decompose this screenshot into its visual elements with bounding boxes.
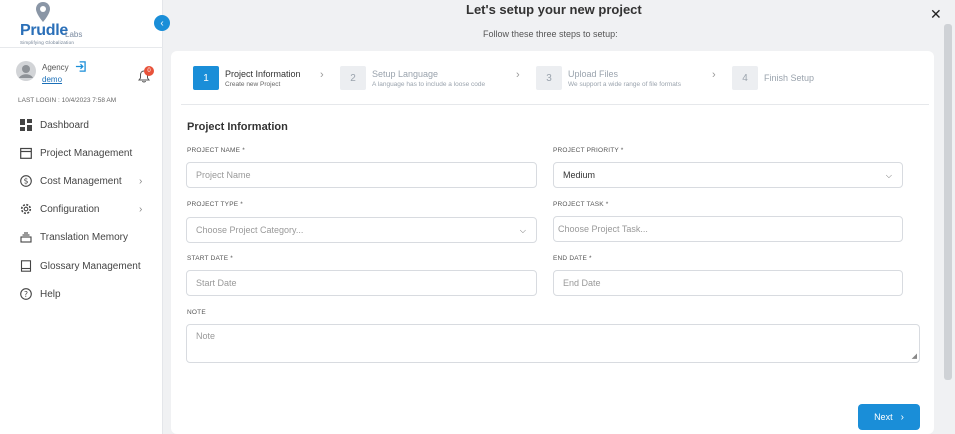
calendar-icon — [20, 147, 32, 159]
sidebar-item-label: Project Management — [40, 147, 133, 159]
steps-divider — [181, 104, 929, 105]
step-title: Project Information — [225, 69, 301, 79]
chevron-right-icon: › — [139, 203, 143, 215]
project-priority-label: PROJECT PRIORITY * — [553, 147, 624, 154]
user-role: Agency — [42, 63, 69, 72]
sidebar-item-glossary-management[interactable]: Glossary Management — [20, 258, 160, 274]
sidebar-item-label: Help — [40, 288, 61, 300]
end-date-input[interactable]: End Date — [553, 270, 903, 296]
project-priority-select[interactable]: Medium ⌵ — [553, 162, 903, 188]
help-icon: ? — [20, 288, 32, 300]
sidebar-item-label: Cost Management — [40, 175, 122, 187]
start-date-input[interactable]: Start Date — [186, 270, 537, 296]
sidebar-item-label: Glossary Management — [40, 260, 141, 272]
project-type-select[interactable]: Choose Project Category... ⌵ — [186, 217, 537, 243]
svg-text:?: ? — [24, 290, 28, 299]
sidebar-item-label: Translation Memory — [40, 231, 128, 243]
chevron-right-icon: › — [139, 175, 143, 187]
sidebar-item-cost-management[interactable]: $ Cost Management › — [20, 173, 160, 189]
project-name-label: PROJECT NAME * — [187, 147, 245, 154]
book-icon — [20, 260, 32, 272]
sidebar-item-label: Configuration — [40, 203, 100, 215]
logo: Prudle Labs Simplifying Globalization — [18, 2, 128, 46]
sidebar-divider — [0, 47, 163, 48]
stack-icon — [20, 232, 32, 243]
section-title: Project Information — [187, 121, 288, 133]
end-date-label: END DATE * — [553, 255, 592, 262]
project-name-input[interactable]: Project Name — [186, 162, 537, 188]
chevron-left-icon: ‹ — [160, 17, 164, 29]
step-desc: A language has to include a loose code — [372, 81, 486, 88]
sidebar-item-translation-memory[interactable]: Translation Memory — [20, 229, 160, 245]
scrollbar[interactable] — [944, 24, 952, 380]
step-number: 2 — [340, 66, 366, 90]
step-number: 1 — [193, 66, 219, 90]
project-type-placeholder: Choose Project Category... — [196, 225, 304, 235]
project-type-label: PROJECT TYPE * — [187, 201, 244, 208]
gear-icon — [20, 203, 32, 215]
collapse-sidebar-button[interactable]: ‹ — [154, 15, 170, 31]
end-date-placeholder: End Date — [563, 278, 601, 288]
next-button-label: Next — [874, 412, 893, 422]
dashboard-icon — [20, 119, 32, 131]
close-icon[interactable]: ✕ — [930, 6, 942, 23]
note-label: NOTE — [187, 309, 206, 316]
sidebar-item-dashboard[interactable]: Dashboard — [20, 117, 160, 133]
resize-grip-icon[interactable]: ◢ — [912, 352, 917, 360]
project-task-select[interactable]: Choose Project Task... — [553, 216, 903, 242]
chevron-right-icon: › — [712, 69, 716, 81]
project-priority-value: Medium — [563, 170, 596, 180]
step-title: Upload Files — [568, 69, 619, 79]
sidebar-item-configuration[interactable]: Configuration › — [20, 201, 160, 217]
logo-name: Prudle — [20, 22, 68, 39]
project-task-placeholder: Choose Project Task... — [558, 224, 648, 234]
avatar[interactable] — [16, 61, 36, 81]
user-name-link[interactable]: demo — [42, 75, 62, 84]
logo-tagline: Simplifying Globalization — [20, 40, 75, 45]
step-number: 4 — [732, 66, 758, 90]
page-title: Let's setup your new project — [466, 2, 642, 17]
sidebar: Prudle Labs Simplifying Globalization Ag… — [0, 0, 163, 434]
map-pin-icon — [36, 2, 50, 22]
project-name-placeholder: Project Name — [196, 170, 251, 180]
svg-text:$: $ — [24, 177, 29, 186]
start-date-label: START DATE * — [187, 255, 233, 262]
sidebar-item-help[interactable]: ? Help — [20, 286, 160, 302]
chevron-right-icon: › — [320, 69, 324, 81]
last-login: LAST LOGIN : 10/4/2023 7:58 AM — [18, 97, 117, 104]
sidebar-item-label: Dashboard — [40, 119, 89, 131]
page-subtitle: Follow these three steps to setup: — [483, 29, 618, 39]
chevron-down-icon: ⌵ — [519, 226, 526, 235]
step-title: Finish Setup — [764, 73, 815, 83]
dollar-icon: $ — [20, 175, 32, 187]
project-task-label: PROJECT TASK * — [553, 201, 609, 208]
next-button[interactable]: Next › — [858, 404, 920, 430]
step-title: Setup Language — [372, 69, 439, 79]
step-desc: Create new Project — [225, 81, 281, 88]
chevron-right-icon: › — [516, 69, 520, 81]
note-placeholder: Note — [196, 331, 216, 341]
sidebar-item-project-management[interactable]: Project Management — [20, 145, 160, 161]
step-desc: We support a wide range of file formats — [568, 81, 681, 88]
note-textarea[interactable]: Note ◢ — [186, 324, 920, 363]
start-date-placeholder: Start Date — [196, 278, 237, 288]
chevron-right-icon: › — [900, 411, 904, 423]
chevron-down-icon: ⌵ — [885, 171, 892, 180]
logout-icon[interactable] — [75, 61, 86, 72]
step-number: 3 — [536, 66, 562, 90]
logo-labs: Labs — [65, 30, 83, 39]
notification-badge: 0 — [144, 66, 154, 76]
